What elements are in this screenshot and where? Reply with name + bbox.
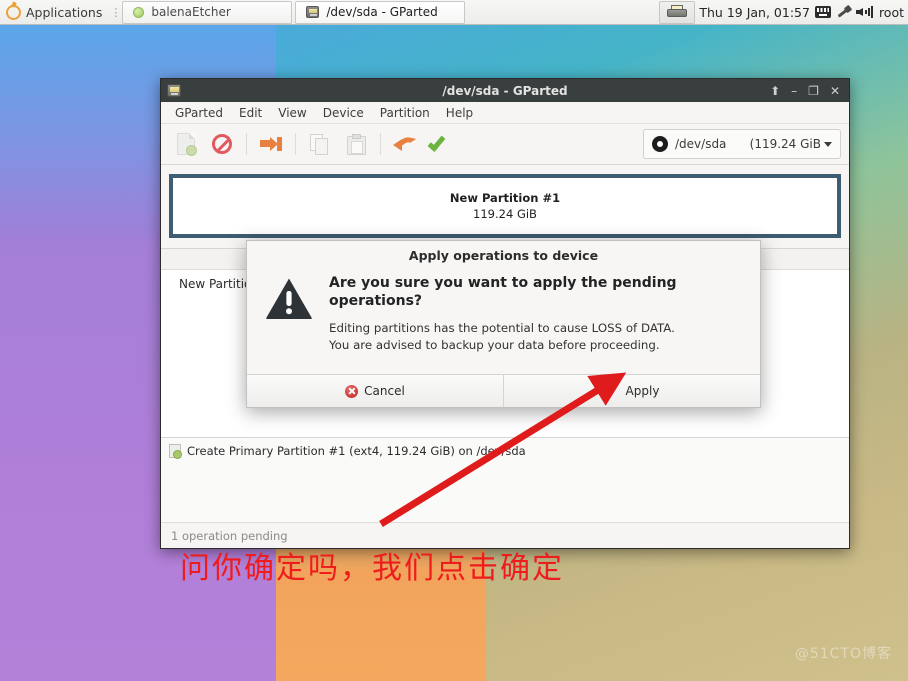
taskbar-item-gparted[interactable]: /dev/sda - GParted — [295, 0, 466, 24]
warning-triangle-icon — [265, 277, 313, 320]
dialog-actions: Cancel Apply — [247, 374, 760, 407]
statusbar-label: 1 operation pending — [171, 528, 288, 543]
resize-move-icon — [260, 135, 282, 153]
printer-tray-button[interactable] — [659, 0, 696, 24]
device-selector-device: /dev/sda — [675, 137, 727, 151]
dialog-body-line-2: You are advised to backup your data befo… — [329, 338, 660, 353]
delete-partition-icon — [212, 134, 232, 154]
harddisk-icon — [652, 136, 668, 152]
copy-button[interactable] — [303, 128, 337, 160]
window-titlebar[interactable]: /dev/sda - GParted ⬆ – ❐ ✕ — [161, 79, 849, 102]
window-minimize-button[interactable]: – — [791, 85, 797, 97]
device-selector[interactable]: /dev/sda (119.24 GiB — [643, 129, 841, 159]
apply-operations-dialog: Apply operations to device Are you sure … — [246, 240, 761, 408]
panel-separator-icon: ⋮ — [110, 5, 121, 19]
undo-icon — [393, 134, 417, 154]
annotation-text: 问你确定吗，我们点击确定 — [180, 551, 564, 586]
dialog-body-line-1: Editing partitions has the potential to … — [329, 320, 675, 335]
create-partition-icon — [169, 444, 182, 459]
operation-text: Create Primary Partition #1 (ext4, 119.2… — [187, 444, 526, 458]
menu-view[interactable]: View — [270, 106, 314, 120]
apply-button-label: Apply — [625, 384, 660, 398]
apply-all-button[interactable] — [424, 128, 458, 160]
watermark: @51CTO博客 — [794, 646, 892, 662]
menu-gparted[interactable]: GParted — [167, 106, 231, 120]
paste-icon — [346, 133, 366, 155]
applications-logo-icon — [6, 4, 21, 20]
menu-help[interactable]: Help — [438, 106, 481, 120]
apply-icon — [427, 133, 452, 154]
partition-graphic-name: New Partition #1 — [449, 191, 561, 205]
resize-move-button[interactable] — [254, 128, 288, 160]
applications-menu-label: Applications — [26, 4, 103, 20]
copy-icon — [310, 133, 330, 155]
gparted-icon — [306, 6, 320, 18]
partition-graphic-new-partition-1[interactable]: New Partition #1 119.24 GiB — [169, 174, 841, 238]
cancel-button[interactable]: Cancel — [247, 375, 503, 407]
keyboard-icon[interactable] — [814, 6, 831, 18]
undo-button[interactable] — [388, 128, 422, 160]
delete-partition-button[interactable] — [205, 128, 239, 160]
menu-device[interactable]: Device — [315, 106, 372, 120]
toolbar: /dev/sda (119.24 GiB — [161, 124, 849, 165]
window-title: /dev/sda - GParted — [442, 83, 568, 98]
taskbar-item-label: balenaEtcher — [151, 5, 231, 19]
clock-label[interactable]: Thu 19 Jan, 01:57 — [699, 5, 810, 20]
apply-check-icon — [602, 382, 620, 398]
menu-edit[interactable]: Edit — [231, 106, 270, 120]
green-dot-icon — [133, 6, 145, 18]
toolbar-divider — [246, 133, 247, 155]
apply-button[interactable]: Apply — [503, 375, 760, 407]
operation-row[interactable]: Create Primary Partition #1 (ext4, 119.2… — [169, 444, 841, 459]
taskbar-item-balenaetcher[interactable]: balenaEtcher — [122, 0, 293, 24]
partition-list-cell-name: New Partitio — [179, 277, 252, 291]
printer-icon — [667, 5, 688, 19]
window-maximize-button[interactable]: ❐ — [808, 85, 819, 97]
dialog-body: Are you sure you want to apply the pendi… — [247, 269, 760, 374]
applications-menu-button[interactable]: Applications — [0, 0, 109, 25]
new-partition-icon — [177, 133, 197, 156]
menu-partition[interactable]: Partition — [372, 106, 438, 120]
gparted-window-icon — [167, 84, 181, 97]
window-shade-button[interactable]: ⬆ — [770, 85, 780, 97]
operations-pane: Create Primary Partition #1 (ext4, 119.2… — [161, 437, 849, 522]
partition-graphic-size: 119.24 GiB — [473, 207, 537, 221]
user-menu-label[interactable]: root — [879, 5, 904, 20]
window-close-button[interactable]: ✕ — [830, 85, 840, 97]
taskbar-item-label: /dev/sda - GParted — [326, 5, 438, 19]
toolbar-divider — [295, 133, 296, 155]
new-partition-button[interactable] — [169, 128, 203, 160]
cancel-button-label: Cancel — [364, 384, 405, 398]
paste-button[interactable] — [339, 128, 373, 160]
volume-icon[interactable] — [855, 5, 874, 19]
cancel-x-icon — [345, 384, 359, 398]
chevron-down-icon — [824, 141, 832, 147]
menubar: GParted Edit View Device Partition Help — [161, 102, 849, 124]
top-panel: Applications ⋮ balenaEtcher /dev/sda - G… — [0, 0, 908, 25]
dialog-title: Apply operations to device — [408, 247, 599, 263]
network-plug-icon[interactable] — [836, 5, 851, 19]
dialog-heading: Are you sure you want to apply the pendi… — [329, 275, 677, 310]
disk-graphic-area: New Partition #1 119.24 GiB — [161, 165, 849, 249]
device-selector-size: (119.24 GiB — [749, 137, 821, 151]
toolbar-divider — [380, 133, 381, 155]
system-tray: Thu 19 Jan, 01:57 root — [699, 5, 908, 20]
